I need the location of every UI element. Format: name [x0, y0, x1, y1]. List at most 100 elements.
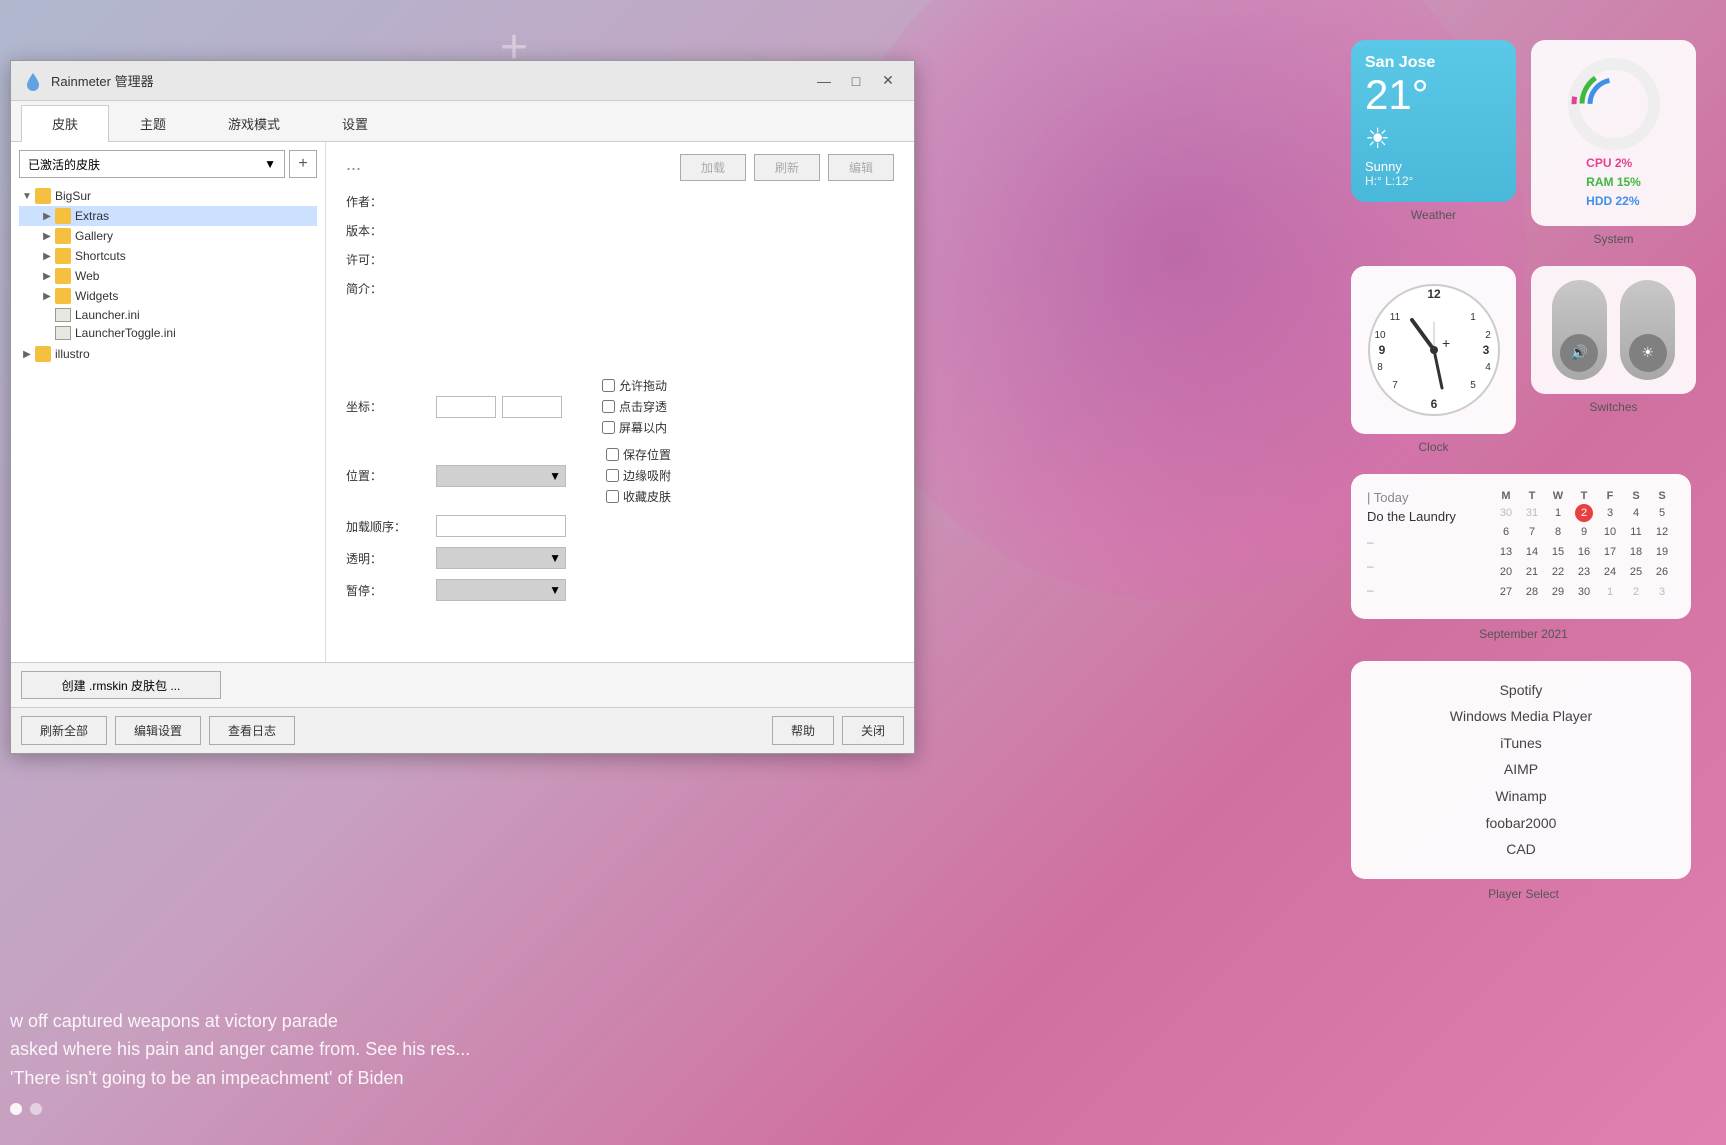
tab-game-mode[interactable]: 游戏模式 — [197, 105, 311, 141]
tree-item-shortcuts[interactable]: ▶ Shortcuts — [19, 246, 317, 266]
weather-icon: ☀ — [1365, 122, 1502, 155]
version-row: 版本： — [346, 222, 894, 239]
load-order-input[interactable] — [436, 515, 566, 537]
favorite-checkbox[interactable] — [606, 490, 619, 503]
tree-item-extras[interactable]: ▶ Extras — [19, 206, 317, 226]
maximize-button[interactable]: □ — [842, 70, 870, 92]
svg-text:6: 6 — [1430, 397, 1437, 411]
load-button[interactable]: 加载 — [680, 154, 746, 181]
tree-item-web[interactable]: ▶ Web — [19, 266, 317, 286]
player-itunes[interactable]: iTunes — [1371, 730, 1671, 757]
switches-widget-wrapper: 🔊 ☀ Switches — [1531, 266, 1696, 454]
top-widgets-row: San Jose 21° ☀ Sunny H:° L:12° Weather — [1351, 40, 1696, 246]
player-aimp[interactable]: AIMP — [1371, 756, 1671, 783]
view-log-button[interactable]: 查看日志 — [209, 716, 295, 745]
coord-row: 坐标： 允许拖动 点击穿透 — [346, 377, 894, 436]
title-bar-left: Rainmeter 管理器 — [23, 71, 154, 91]
skin-tree-panel: 已激活的皮肤 ▼ + ▼ BigSur ▶ Extras — [11, 142, 326, 662]
calendar-grid: MTWTFSS 30 31 1 2 3 4 5 6789101112 — [1493, 490, 1675, 603]
create-rmskin-button[interactable]: 创建 .rmskin 皮肤包 ... — [21, 671, 221, 699]
cal-row-2: 6789101112 — [1493, 523, 1675, 543]
volume-switch[interactable]: 🔊 — [1552, 280, 1607, 380]
tab-settings[interactable]: 设置 — [311, 105, 399, 141]
close-window-button[interactable]: 关闭 — [842, 716, 904, 745]
author-label: 作者： — [346, 193, 426, 210]
coord-inputs — [436, 396, 562, 418]
illustro-label: illustro — [55, 347, 90, 361]
cpu-stat: CPU 2% — [1586, 154, 1641, 173]
position-dropdown[interactable]: ▼ — [436, 465, 566, 487]
allow-drag-checkbox[interactable] — [602, 379, 615, 392]
brightness-switch[interactable]: ☀ — [1620, 280, 1675, 380]
system-label: System — [1531, 232, 1696, 246]
minimize-button[interactable]: — — [810, 70, 838, 92]
player-winamp[interactable]: Winamp — [1371, 783, 1671, 810]
tree-item-gallery[interactable]: ▶ Gallery — [19, 226, 317, 246]
player-wmp[interactable]: Windows Media Player — [1371, 703, 1671, 730]
tree-item-launchertoggle[interactable]: LauncherToggle.ini — [19, 324, 317, 342]
tree-item-widgets[interactable]: ▶ Widgets — [19, 286, 317, 306]
news-dot-2[interactable] — [30, 1103, 42, 1115]
rainmeter-icon — [23, 71, 43, 91]
transparency-row: 透明： ▼ — [346, 547, 894, 569]
pause-label: 暂停： — [346, 582, 436, 599]
svg-text:3: 3 — [1482, 343, 1489, 357]
tree-root-illustro[interactable]: ▶ illustro — [19, 344, 317, 364]
weather-high-low: H:° L:12° — [1365, 174, 1502, 188]
refresh-all-button[interactable]: 刷新全部 — [21, 716, 107, 745]
footer-right: 帮助 关闭 — [772, 716, 904, 745]
save-position-checkbox[interactable] — [606, 448, 619, 461]
active-skins-dropdown[interactable]: 已激活的皮肤 ▼ — [19, 150, 285, 178]
tree-root-bigsur[interactable]: ▼ BigSur — [19, 186, 317, 206]
weather-city: San Jose — [1365, 54, 1502, 72]
position-label: 位置： — [346, 467, 436, 484]
help-button[interactable]: 帮助 — [772, 716, 834, 745]
bigsur-label: BigSur — [55, 189, 91, 203]
player-cad[interactable]: CAD — [1371, 836, 1671, 863]
load-order-label: 加载顺序： — [346, 518, 436, 535]
tree-item-launcher[interactable]: Launcher.ini — [19, 306, 317, 324]
player-spotify[interactable]: Spotify — [1371, 677, 1671, 704]
pause-dropdown[interactable]: ▼ — [436, 579, 566, 601]
transparency-dropdown[interactable]: ▼ — [436, 547, 566, 569]
transparency-label: 透明： — [346, 550, 436, 567]
edit-settings-button[interactable]: 编辑设置 — [115, 716, 201, 745]
player-widget-wrapper: Spotify Windows Media Player iTunes AIMP… — [1351, 661, 1696, 901]
close-button[interactable]: ✕ — [874, 70, 902, 92]
load-order-row: 加载顺序： — [346, 515, 894, 537]
coord-y-input[interactable] — [502, 396, 562, 418]
favorite-label: 收藏皮肤 — [623, 488, 671, 505]
create-toolbar: 创建 .rmskin 皮肤包 ... — [11, 662, 914, 707]
weather-label: Weather — [1351, 208, 1516, 222]
tree-arrow-shortcuts: ▶ — [39, 251, 55, 262]
footer-bar: 刷新全部 编辑设置 查看日志 帮助 关闭 — [11, 707, 914, 753]
player-foobar[interactable]: foobar2000 — [1371, 810, 1671, 837]
allow-drag-row: 允许拖动 — [602, 377, 667, 394]
main-content: 已激活的皮肤 ▼ + ▼ BigSur ▶ Extras — [11, 142, 914, 662]
title-bar: Rainmeter 管理器 — □ ✕ — [11, 61, 914, 101]
launcher-label: Launcher.ini — [75, 308, 140, 322]
tab-themes[interactable]: 主题 — [109, 105, 197, 141]
dots-menu[interactable]: ... — [346, 154, 361, 181]
click-through-label: 点击穿透 — [619, 398, 667, 415]
coord-x-input[interactable] — [436, 396, 496, 418]
properties-panel: ... 加载 刷新 编辑 作者： 版本： 许可： 简介： — [326, 142, 914, 662]
snap-edges-checkbox[interactable] — [606, 469, 619, 482]
position-row: 位置： ▼ 保存位置 边缘吸附 — [346, 446, 894, 505]
svg-text:8: 8 — [1377, 362, 1383, 373]
switches-row: 🔊 ☀ — [1545, 280, 1682, 380]
keep-on-screen-checkbox[interactable] — [602, 421, 615, 434]
news-dot-1[interactable] — [10, 1103, 22, 1115]
refresh-button[interactable]: 刷新 — [754, 154, 820, 181]
svg-text:4: 4 — [1485, 362, 1491, 373]
add-skin-button[interactable]: + — [289, 150, 317, 178]
cal-row-4: 20212223242526 — [1493, 563, 1675, 583]
tabs-bar: 皮肤 主题 游戏模式 设置 — [11, 101, 914, 142]
save-position-label: 保存位置 — [623, 446, 671, 463]
tab-skins[interactable]: 皮肤 — [21, 105, 109, 142]
news-item-3: 'There isn't going to be an impeachment'… — [10, 1064, 1716, 1093]
clock-label: Clock — [1351, 440, 1516, 454]
rainmeter-window: Rainmeter 管理器 — □ ✕ 皮肤 主题 游戏模式 设置 已激活的皮肤… — [10, 60, 915, 754]
edit-button[interactable]: 编辑 — [828, 154, 894, 181]
click-through-checkbox[interactable] — [602, 400, 615, 413]
